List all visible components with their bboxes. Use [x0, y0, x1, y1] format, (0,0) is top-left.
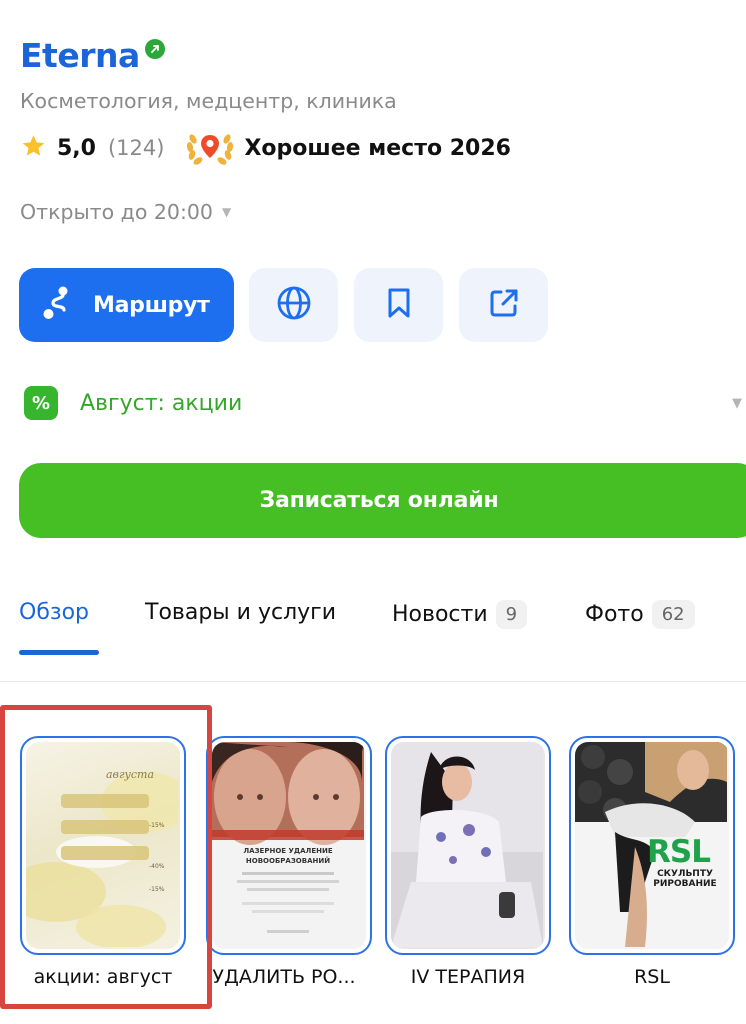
website-button[interactable]	[249, 268, 338, 342]
star-icon	[20, 133, 47, 163]
news-count-badge: 9	[495, 600, 528, 629]
reviews-count[interactable]: (124)	[108, 136, 164, 160]
story-cover	[391, 742, 545, 949]
verified-icon	[144, 39, 165, 59]
story-iv-therapy[interactable]	[385, 736, 551, 955]
route-button-label: Маршрут	[93, 292, 210, 318]
business-name: Eterna	[20, 36, 140, 75]
bookmark-icon	[384, 287, 414, 323]
award-laurel-icon	[184, 131, 236, 165]
bookmark-button[interactable]	[354, 268, 443, 342]
globe-icon	[276, 285, 312, 325]
opening-hours: Открыто до 20:00	[20, 200, 213, 224]
tab-photos[interactable]: Фото 62	[585, 600, 695, 629]
business-title-row: Eterna	[20, 36, 165, 76]
tab-news[interactable]: Новости 9	[392, 600, 528, 629]
highlight-box	[0, 705, 212, 1009]
share-icon	[487, 286, 521, 324]
tab-products-services[interactable]: Товары и услуги	[145, 600, 336, 625]
business-category: Косметология, медцентр, клиника	[20, 89, 397, 113]
tab-label: Товары и услуги	[145, 600, 337, 625]
tab-label: Новости	[392, 602, 488, 627]
book-online-label: Записаться онлайн	[259, 488, 499, 513]
promo-row[interactable]: % Август: акции	[24, 386, 242, 420]
story-brand: RSL	[647, 834, 711, 870]
tab-overview[interactable]: Обзор	[19, 600, 89, 625]
chevron-down-icon[interactable]: ▼	[732, 396, 746, 411]
route-icon	[39, 284, 77, 326]
chevron-down-icon: ▼	[221, 205, 232, 219]
share-button[interactable]	[459, 268, 548, 342]
rating-row[interactable]: 5,0 (124) Хорошее место 2026	[20, 131, 511, 165]
story-cover: RSL СКУЛЬПТУ РИРОВАНИЕ	[575, 742, 729, 949]
promo-label: Август: акции	[80, 390, 243, 416]
route-button[interactable]: Маршрут	[19, 268, 234, 342]
story-subtitle: СКУЛЬПТУ РИРОВАНИЕ	[653, 869, 717, 889]
discount-icon: %	[24, 386, 58, 420]
tab-label: Обзор	[19, 600, 90, 625]
book-online-button[interactable]: Записаться онлайн	[19, 463, 746, 538]
active-tab-indicator	[19, 650, 99, 655]
photos-count-badge: 62	[651, 600, 695, 629]
story-label[interactable]: IV ТЕРАПИЯ	[385, 966, 551, 988]
divider	[0, 681, 746, 682]
award-label[interactable]: Хорошее место 2026	[244, 136, 511, 161]
story-label[interactable]: УДАЛИТЬ РО...	[198, 966, 370, 988]
story-cover-title: ЛАЗЕРНОЕ УДАЛЕНИЕ НОВООБРАЗОВАНИЙ	[243, 847, 333, 865]
story-label[interactable]: RSL	[569, 966, 735, 988]
rating-value: 5,0	[57, 135, 96, 161]
hours-row[interactable]: Открыто до 20:00 ▼	[20, 200, 231, 224]
story-cover: ЛАЗЕРНОЕ УДАЛЕНИЕ НОВООБРАЗОВАНИЙ	[212, 742, 366, 949]
story-laser-removal[interactable]: ЛАЗЕРНОЕ УДАЛЕНИЕ НОВООБРАЗОВАНИЙ	[206, 736, 372, 955]
story-rsl[interactable]: RSL СКУЛЬПТУ РИРОВАНИЕ	[569, 736, 735, 955]
tab-label: Фото	[585, 602, 644, 627]
